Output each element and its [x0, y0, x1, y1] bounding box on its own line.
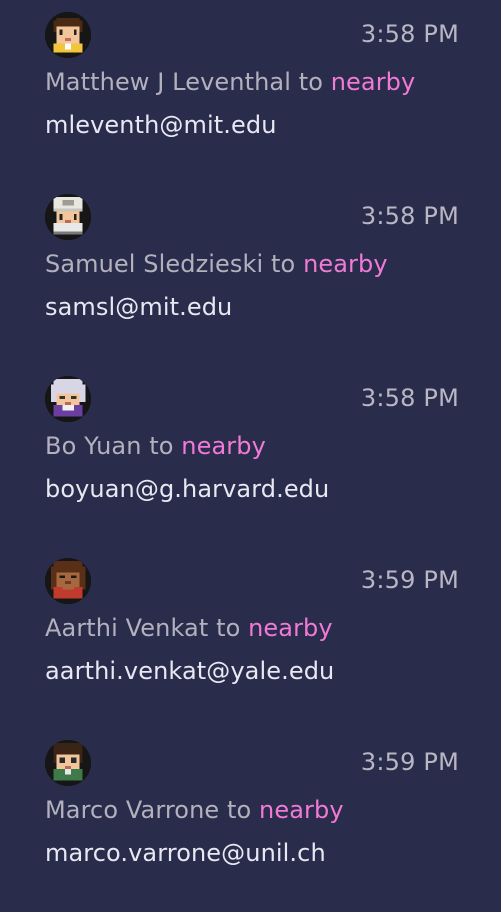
avatar[interactable]: [45, 376, 91, 422]
message-timestamp: 3:59 PM: [360, 748, 459, 776]
pixel-avatar-green-shirt-icon: [45, 740, 91, 786]
message-item: 3:59 PM Aarthi Venkat to nearby aarthi.v…: [0, 546, 501, 728]
avatar[interactable]: [45, 558, 91, 604]
sender-name[interactable]: Samuel Sledzieski: [45, 250, 263, 278]
connector-text: to: [149, 432, 174, 460]
message-timestamp: 3:58 PM: [360, 202, 459, 230]
sender-name[interactable]: Aarthi Venkat: [45, 614, 208, 642]
pixel-avatar-yellow-shirt-icon: [45, 12, 91, 58]
pixel-avatar-red-shirt-icon: [45, 558, 91, 604]
message-header: Marco Varrone to nearby: [45, 796, 344, 824]
connector-text: to: [298, 68, 323, 96]
sender-name[interactable]: Matthew J Leventhal: [45, 68, 291, 96]
message-content: samsl@mit.edu: [45, 293, 233, 321]
pixel-avatar-white-cap-icon: [45, 194, 91, 240]
message-header: Bo Yuan to nearby: [45, 432, 266, 460]
message-content: aarthi.venkat@yale.edu: [45, 657, 335, 685]
sender-name[interactable]: Bo Yuan: [45, 432, 142, 460]
message-timestamp: 3:59 PM: [360, 566, 459, 594]
connector-text: to: [271, 250, 296, 278]
avatar[interactable]: [45, 740, 91, 786]
recipient-name[interactable]: nearby: [248, 614, 333, 642]
connector-text: to: [216, 614, 241, 642]
message-timestamp: 3:58 PM: [360, 20, 459, 48]
message-item: 3:58 PM Bo Yuan to nearby boyuan@g.harva…: [0, 364, 501, 546]
message-item: 3:58 PM Matthew J Leventhal to nearby ml…: [0, 0, 501, 182]
recipient-name[interactable]: nearby: [331, 68, 416, 96]
message-item: 3:59 PM Marco Varrone to nearby marco.va…: [0, 728, 501, 910]
avatar[interactable]: [45, 12, 91, 58]
recipient-name[interactable]: nearby: [181, 432, 266, 460]
message-timestamp: 3:58 PM: [360, 384, 459, 412]
message-item: 3:58 PM Samuel Sledzieski to nearby sams…: [0, 182, 501, 364]
avatar[interactable]: [45, 194, 91, 240]
connector-text: to: [227, 796, 252, 824]
message-header: Matthew J Leventhal to nearby: [45, 68, 415, 96]
sender-name[interactable]: Marco Varrone: [45, 796, 219, 824]
message-content: marco.varrone@unil.ch: [45, 839, 326, 867]
message-content: mleventh@mit.edu: [45, 111, 277, 139]
message-header: Samuel Sledzieski to nearby: [45, 250, 388, 278]
message-header: Aarthi Venkat to nearby: [45, 614, 333, 642]
message-content: boyuan@g.harvard.edu: [45, 475, 330, 503]
recipient-name[interactable]: nearby: [303, 250, 388, 278]
pixel-avatar-white-hair-icon: [45, 376, 91, 422]
recipient-name[interactable]: nearby: [259, 796, 344, 824]
